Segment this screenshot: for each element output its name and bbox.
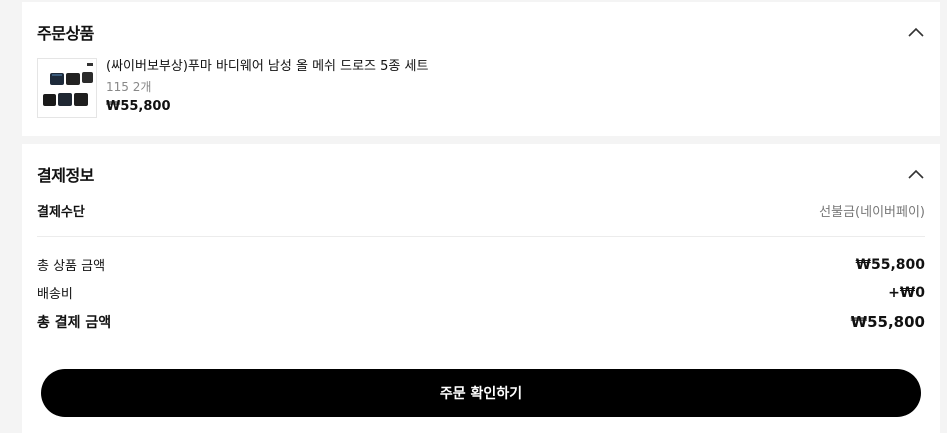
divider [37,236,925,237]
product-thumbnail [37,58,97,118]
payment-info-header[interactable]: 결제정보 [37,162,925,186]
payment-info-section: 결제정보 결제수단 선불금(네이버페이) 총 상품 금액 ₩55,800 배송비… [22,144,940,433]
product-price: ₩55,800 [106,99,171,114]
shipping-fee-row: 배송비 +₩0 [37,283,925,303]
grand-total-value: ₩55,800 [850,313,925,331]
product-total-row: 총 상품 금액 ₩55,800 [37,255,925,275]
order-items-header[interactable]: 주문상품 [37,20,925,44]
payment-method-value: 선불금(네이버페이) [819,205,925,220]
product-total-label: 총 상품 금액 [37,259,106,274]
grand-total-label: 총 결제 금액 [37,315,112,331]
product-option: 115 2개 [106,80,152,94]
chevron-up-icon[interactable] [907,165,925,183]
product-total-value: ₩55,800 [855,256,925,273]
order-item[interactable]: (싸이버보부상)푸마 바디웨어 남성 올 메쉬 드로즈 5종 세트 115 2개… [37,58,428,118]
order-items-title: 주문상품 [37,24,94,43]
product-name[interactable]: (싸이버보부상)푸마 바디웨어 남성 올 메쉬 드로즈 5종 세트 [106,58,428,76]
payment-method-label: 결제수단 [37,205,85,220]
payment-method-row: 결제수단 선불금(네이버페이) [37,201,925,220]
payment-info-title: 결제정보 [37,166,94,185]
shipping-fee-value: +₩0 [888,284,925,301]
confirm-order-button[interactable]: 주문 확인하기 [41,369,921,417]
chevron-up-icon[interactable] [907,23,925,41]
boxer-briefs-set-thumbnail [43,63,93,106]
grand-total-row: 총 결제 금액 ₩55,800 [37,312,925,332]
order-confirm-page: 주문상품 (싸이버보부상)푸마 바디웨어 남성 올 메쉬 드로즈 5종 세트 1… [0,0,947,433]
shipping-fee-label: 배송비 [37,287,73,302]
order-items-section: 주문상품 (싸이버보부상)푸마 바디웨어 남성 올 메쉬 드로즈 5종 세트 1… [22,2,940,136]
